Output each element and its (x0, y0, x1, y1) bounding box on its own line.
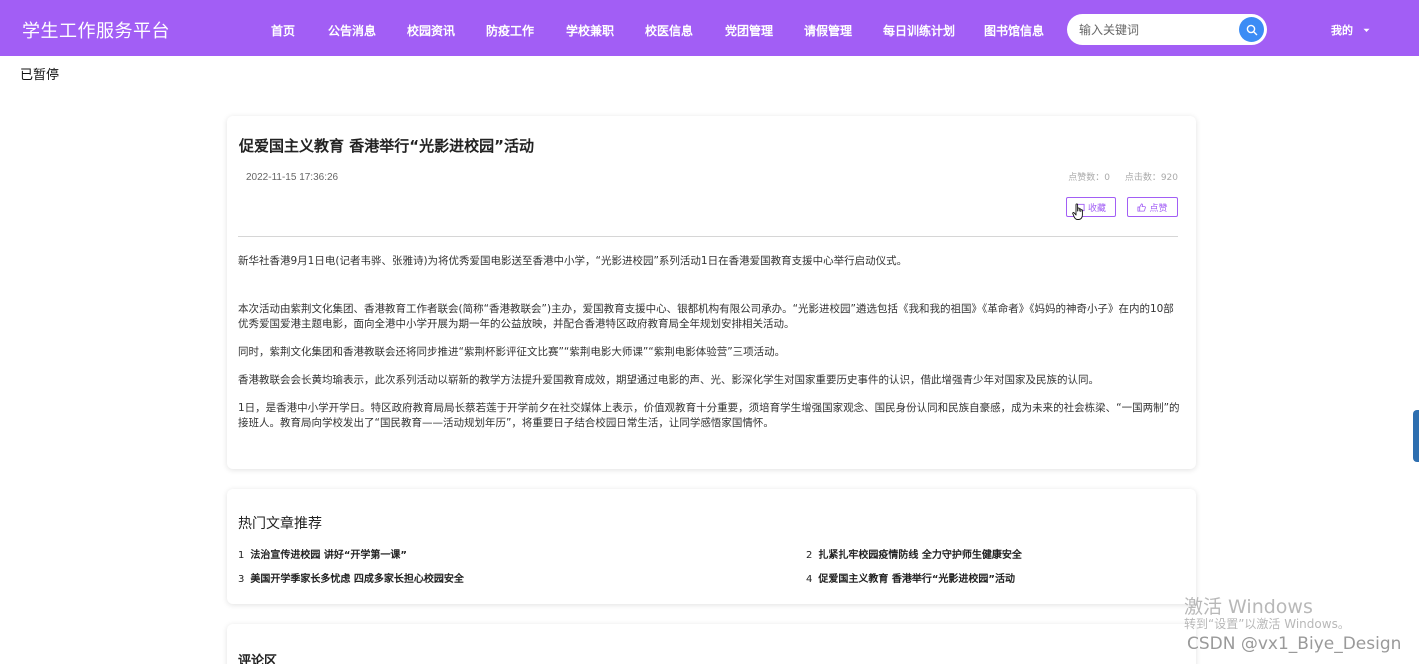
comments-title: 评论区 (238, 654, 278, 664)
windows-activation-hint: 转到“设置”以激活 Windows。 (1184, 617, 1350, 631)
nav-item-campus-news[interactable]: 校园资讯 (407, 22, 455, 39)
chevron-down-icon (1363, 28, 1370, 32)
article-date: 2022-11-15 17:36:26 (246, 172, 339, 183)
collect-button-label: 收藏 (1087, 203, 1106, 214)
article-stats: 点赞数：0 点击数：920 (1068, 170, 1178, 183)
clicks-count: 点击数：920 (1124, 173, 1178, 183)
paused-label: 已暂停 (20, 68, 60, 83)
hot-article-title: 扎紧扎牢校园疫情防线 全力守护师生健康安全 (818, 550, 1022, 561)
article-paragraph: 香港教联会会长黄均瑜表示，此次系列活动以崭新的教学方法提升爱国教育成效，期望通过… (238, 374, 1099, 386)
article-paragraph: 本次活动由紫荆文化集团、香港教育工作者联会(简称“香港教联会”)主办，爱国教育支… (238, 303, 1174, 330)
thumbs-up-icon (1137, 202, 1147, 212)
hot-article-number: 3 (238, 574, 245, 585)
hot-article-title: 促爱国主义教育 香港举行“光影进校园”活动 (818, 574, 1016, 585)
article-paragraph: 同时，紫荆文化集团和香港教联会还将同步推进“紫荆杯影评征文比赛”“紫荆电影大师课… (238, 346, 786, 358)
hand-cursor-icon (1072, 203, 1083, 220)
divider (238, 236, 1178, 237)
article-paragraph: 新华社香港9月1日电(记者韦骅、张雅诗)为将优秀爱国电影送至香港中小学，“光影进… (238, 255, 908, 267)
article-content: 新华社香港9月1日电(记者韦骅、张雅诗)为将优秀爱国电影送至香港中小学，“光影进… (238, 254, 1183, 444)
nav-item-epidemic-work[interactable]: 防疫工作 (486, 22, 534, 39)
article-paragraph: 1日，是香港中小学开学日。特区政府教育局局长蔡若莲于开学前夕在社交媒体上表示，价… (238, 402, 1180, 429)
hot-article-number: 1 (238, 550, 245, 561)
brand-title[interactable]: 学生工作服务平台 (22, 17, 170, 43)
search-box (1067, 14, 1267, 45)
search-icon (1246, 24, 1257, 35)
nav-item-clinic-info[interactable]: 校医信息 (645, 22, 693, 39)
hot-articles-card: 热门文章推荐 1 法治宣传进校园 讲好“开学第一课” 2 扎紧扎牢校园疫情防线 全力… (227, 489, 1196, 604)
nav-item-party-management[interactable]: 党团管理 (725, 22, 773, 39)
nav-item-daily-training[interactable]: 每日训练计划 (883, 22, 955, 39)
nav-item-leave-management[interactable]: 请假管理 (804, 22, 852, 39)
nav-item-part-time-jobs[interactable]: 学校兼职 (566, 22, 614, 39)
article-card: 促爱国主义教育 香港举行“光影进校园”活动 2022-11-15 17:36:2… (227, 116, 1196, 469)
article-title: 促爱国主义教育 香港举行“光影进校园”活动 (239, 137, 534, 155)
hot-article-number: 4 (806, 574, 813, 585)
side-edge-tab[interactable] (1413, 410, 1419, 462)
hot-articles-title: 热门文章推荐 (238, 516, 322, 532)
likes-count: 点赞数：0 (1068, 173, 1110, 183)
hot-article-title: 法治宣传进校园 讲好“开学第一课” (250, 550, 408, 561)
top-navbar: 学生工作服务平台 首页 公告消息 校园资讯 防疫工作 学校兼职 校医信息 党团管… (0, 0, 1419, 56)
hot-article-number: 2 (806, 550, 813, 561)
nav-item-announcements[interactable]: 公告消息 (328, 22, 376, 39)
like-button-label: 点赞 (1149, 203, 1168, 214)
comments-card: 评论区 (227, 624, 1196, 664)
search-button[interactable] (1239, 17, 1264, 42)
nav-item-library-info[interactable]: 图书馆信息 (984, 22, 1044, 39)
hot-article-link[interactable]: 4 促爱国主义教育 香港举行“光影进校园”活动 (806, 570, 1015, 585)
csdn-watermark: CSDN @vx1_Biye_Design (1187, 634, 1402, 654)
like-button[interactable]: 点赞 (1127, 197, 1178, 217)
hot-article-link[interactable]: 2 扎紧扎牢校园疫情防线 全力守护师生健康安全 (806, 546, 1022, 561)
nav-item-home[interactable]: 首页 (271, 22, 295, 39)
user-menu[interactable]: 我的 (1331, 22, 1370, 38)
search-input[interactable] (1079, 20, 1229, 40)
hot-article-link[interactable]: 1 法治宣传进校园 讲好“开学第一课” (238, 546, 407, 561)
user-menu-label: 我的 (1331, 24, 1353, 37)
hot-article-link[interactable]: 3 美国开学季家长多忧虑 四成多家长担心校园安全 (238, 570, 464, 585)
hot-article-title: 美国开学季家长多忧虑 四成多家长担心校园安全 (250, 574, 464, 585)
